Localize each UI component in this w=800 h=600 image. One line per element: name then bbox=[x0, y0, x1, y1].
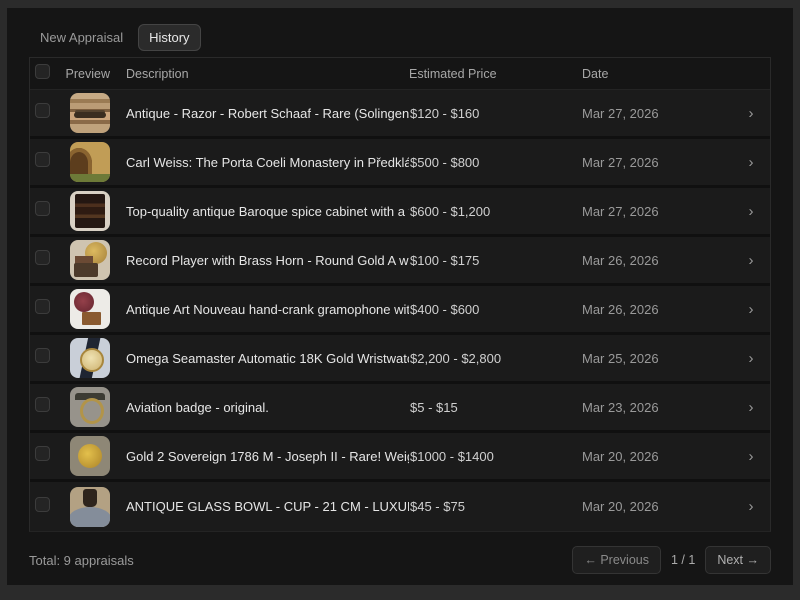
row-checkbox[interactable] bbox=[35, 201, 50, 216]
item-date: Mar 20, 2026 bbox=[582, 449, 732, 464]
item-price: $100 - $175 bbox=[409, 253, 582, 268]
next-page-button[interactable]: Next → bbox=[705, 546, 771, 574]
table-row[interactable]: Aviation badge - original. $5 - $15 Mar … bbox=[30, 384, 770, 433]
item-date: Mar 26, 2026 bbox=[582, 302, 732, 317]
item-thumbnail-monastery-painting bbox=[70, 142, 110, 182]
item-thumbnail-red-gramophone bbox=[70, 289, 110, 329]
tab-new-appraisal[interactable]: New Appraisal bbox=[29, 24, 134, 51]
chevron-right-icon[interactable]: › bbox=[732, 448, 770, 465]
item-description: Antique Art Nouveau hand-crank gramophon… bbox=[114, 302, 409, 317]
item-description: ANTIQUE GLASS BOWL - CUP - 21 CM - LUXUR… bbox=[114, 499, 409, 514]
total-count-label: Total: 9 appraisals bbox=[29, 553, 134, 568]
table-row[interactable]: Gold 2 Sovereign 1786 M - Joseph II - Ra… bbox=[30, 433, 770, 482]
item-price: $1000 - $1400 bbox=[409, 449, 582, 464]
table-row[interactable]: Antique - Razor - Robert Schaaf - Rare (… bbox=[30, 90, 770, 139]
item-description: Carl Weiss: The Porta Coeli Monastery in… bbox=[114, 155, 409, 170]
tab-history[interactable]: History bbox=[138, 24, 200, 51]
item-date: Mar 27, 2026 bbox=[582, 204, 732, 219]
appraisal-history-table: Preview Description Estimated Price Date… bbox=[29, 57, 771, 532]
row-checkbox[interactable] bbox=[35, 397, 50, 412]
item-thumbnail-gold-coin bbox=[70, 436, 110, 476]
chevron-right-icon[interactable]: › bbox=[732, 154, 770, 171]
select-all-checkbox[interactable] bbox=[35, 64, 50, 79]
item-price: $600 - $1,200 bbox=[409, 204, 582, 219]
row-checkbox[interactable] bbox=[35, 497, 50, 512]
row-checkbox[interactable] bbox=[35, 250, 50, 265]
item-date: Mar 27, 2026 bbox=[582, 155, 732, 170]
item-thumbnail-glass-bowl bbox=[70, 487, 110, 527]
item-description: Aviation badge - original. bbox=[114, 400, 409, 415]
table-row[interactable]: Carl Weiss: The Porta Coeli Monastery in… bbox=[30, 139, 770, 188]
chevron-right-icon[interactable]: › bbox=[732, 350, 770, 367]
row-checkbox[interactable] bbox=[35, 152, 50, 167]
previous-page-button[interactable]: ← Previous bbox=[572, 546, 661, 574]
item-date: Mar 23, 2026 bbox=[582, 400, 732, 415]
table-row[interactable]: ANTIQUE GLASS BOWL - CUP - 21 CM - LUXUR… bbox=[30, 482, 770, 531]
item-thumbnail-gold-wristwatch bbox=[70, 338, 110, 378]
table-footer: Total: 9 appraisals ← Previous 1 / 1 Nex… bbox=[29, 544, 771, 576]
tab-bar: New Appraisal History bbox=[29, 24, 771, 50]
table-row[interactable]: Antique Art Nouveau hand-crank gramophon… bbox=[30, 286, 770, 335]
table-row[interactable]: Record Player with Brass Horn - Round Go… bbox=[30, 237, 770, 286]
pagination: ← Previous 1 / 1 Next → bbox=[572, 546, 771, 574]
item-price: $500 - $800 bbox=[409, 155, 582, 170]
item-description: Record Player with Brass Horn - Round Go… bbox=[114, 253, 409, 268]
chevron-right-icon[interactable]: › bbox=[732, 301, 770, 318]
item-price: $400 - $600 bbox=[409, 302, 582, 317]
item-description: Omega Seamaster Automatic 18K Gold Wrist… bbox=[114, 351, 409, 366]
chevron-right-icon[interactable]: › bbox=[732, 498, 770, 515]
item-description: Top-quality antique Baroque spice cabine… bbox=[114, 204, 409, 219]
chevron-right-icon[interactable]: › bbox=[732, 105, 770, 122]
item-price: $45 - $75 bbox=[409, 499, 582, 514]
item-description: Antique - Razor - Robert Schaaf - Rare (… bbox=[114, 106, 409, 121]
item-date: Mar 26, 2026 bbox=[582, 253, 732, 268]
row-checkbox[interactable] bbox=[35, 103, 50, 118]
header-date: Date bbox=[582, 67, 732, 81]
item-date: Mar 20, 2026 bbox=[582, 499, 732, 514]
item-date: Mar 27, 2026 bbox=[582, 106, 732, 121]
table-row[interactable]: Omega Seamaster Automatic 18K Gold Wrist… bbox=[30, 335, 770, 384]
item-thumbnail-spice-cabinet bbox=[70, 191, 110, 231]
item-thumbnail-aviation-badge bbox=[70, 387, 110, 427]
header-preview: Preview bbox=[64, 67, 114, 81]
appraisals-page: New Appraisal History Preview Descriptio… bbox=[7, 8, 793, 585]
chevron-right-icon[interactable]: › bbox=[732, 399, 770, 416]
row-checkbox[interactable] bbox=[35, 446, 50, 461]
row-checkbox[interactable] bbox=[35, 299, 50, 314]
page-indicator: 1 / 1 bbox=[671, 553, 695, 567]
header-description: Description bbox=[114, 67, 409, 81]
item-thumbnail-brass-gramophone bbox=[70, 240, 110, 280]
row-checkbox[interactable] bbox=[35, 348, 50, 363]
item-thumbnail-razor bbox=[70, 93, 110, 133]
table-row[interactable]: Top-quality antique Baroque spice cabine… bbox=[30, 188, 770, 237]
item-price: $120 - $160 bbox=[409, 106, 582, 121]
item-description: Gold 2 Sovereign 1786 M - Joseph II - Ra… bbox=[114, 449, 409, 464]
chevron-right-icon[interactable]: › bbox=[732, 203, 770, 220]
item-price: $5 - $15 bbox=[409, 400, 582, 415]
item-date: Mar 25, 2026 bbox=[582, 351, 732, 366]
item-price: $2,200 - $2,800 bbox=[409, 351, 582, 366]
table-header-row: Preview Description Estimated Price Date bbox=[30, 58, 770, 90]
header-estimated-price: Estimated Price bbox=[409, 67, 582, 81]
chevron-right-icon[interactable]: › bbox=[732, 252, 770, 269]
